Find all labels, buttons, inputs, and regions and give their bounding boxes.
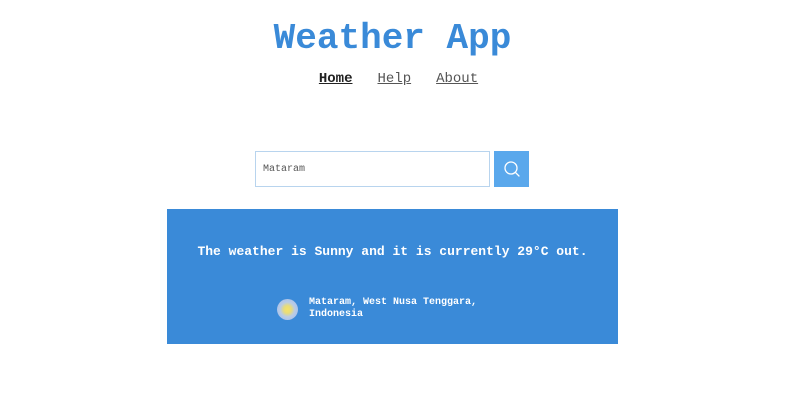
search-form bbox=[255, 151, 529, 187]
main-nav: Home Help About bbox=[6, 70, 785, 88]
nav-about-link[interactable]: About bbox=[436, 70, 478, 88]
location-search-input[interactable] bbox=[255, 151, 490, 187]
nav-help-link[interactable]: Help bbox=[377, 70, 411, 88]
search-icon bbox=[503, 161, 520, 177]
location-row: Mataram, West Nusa Tenggara, Indonesia bbox=[277, 297, 489, 321]
search-button[interactable] bbox=[494, 151, 529, 187]
nav-home-link[interactable]: Home bbox=[319, 70, 353, 88]
page-title: Weather App bbox=[273, 18, 512, 59]
weather-message: The weather is Sunny and it is currently… bbox=[197, 244, 588, 259]
sunny-icon bbox=[277, 299, 298, 320]
weather-result-card: The weather is Sunny and it is currently… bbox=[167, 209, 618, 344]
location-name: Mataram, West Nusa Tenggara, Indonesia bbox=[309, 297, 478, 320]
